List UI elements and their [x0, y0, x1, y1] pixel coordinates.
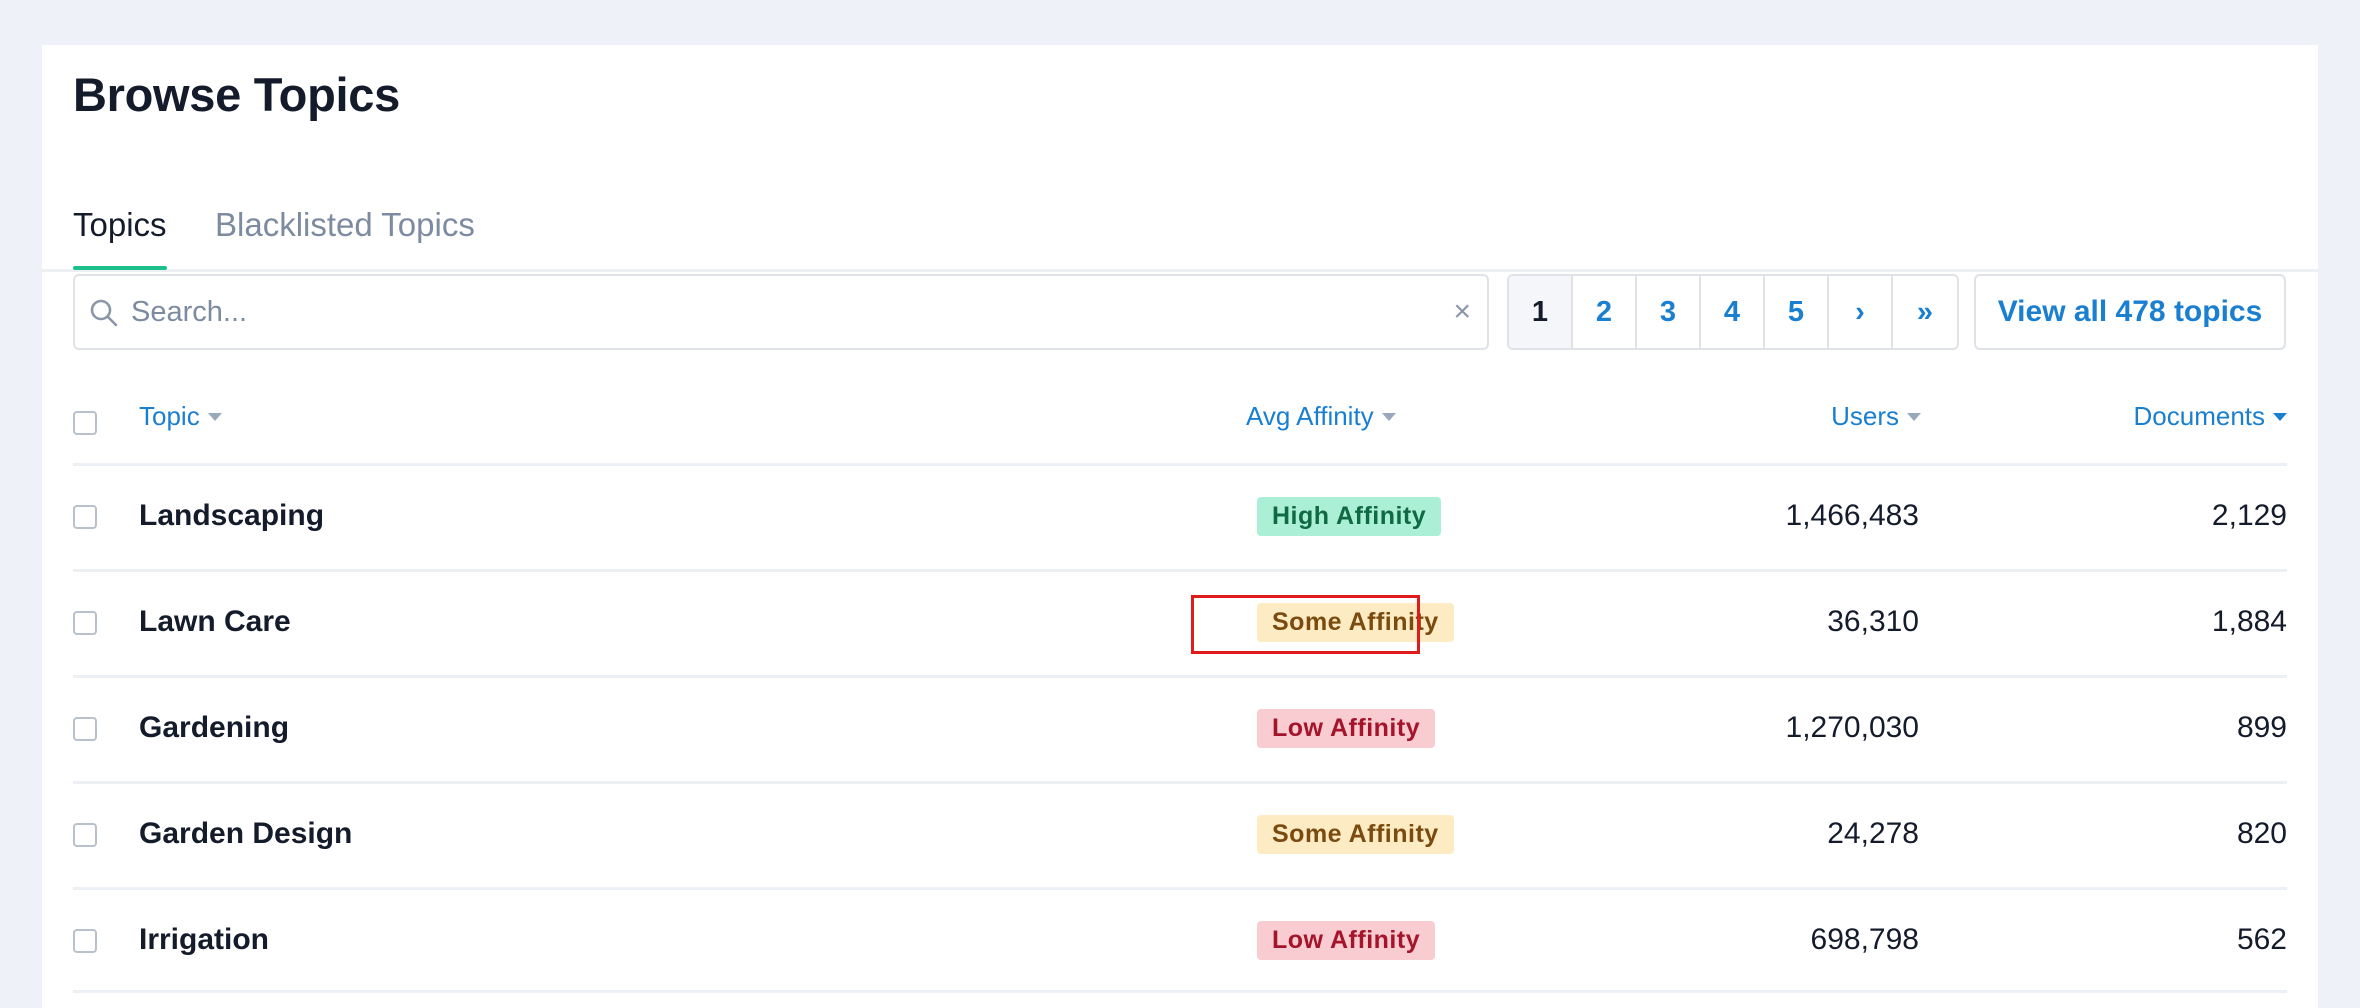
tab-topics[interactable]: Topics: [73, 205, 167, 270]
users-count: 1,270,030: [1785, 711, 1919, 744]
documents-count: 820: [2236, 817, 2287, 850]
users-count: 24,278: [1827, 817, 1919, 850]
page-button-4[interactable]: 4: [1701, 276, 1765, 348]
row-checkbox[interactable]: [73, 505, 97, 529]
next-page-button[interactable]: ›: [1829, 276, 1893, 348]
table-row: Landscaping High Affinity 1,466,483 2,12…: [73, 463, 2287, 569]
topic-name[interactable]: Gardening: [139, 711, 289, 745]
row-checkbox[interactable]: [73, 611, 97, 635]
users-count: 1,466,483: [1785, 499, 1919, 532]
affinity-badge: Low Affinity: [1257, 709, 1436, 748]
documents-count: 562: [2236, 923, 2287, 956]
row-checkbox[interactable]: [73, 823, 97, 847]
affinity-badge: Low Affinity: [1257, 921, 1436, 960]
clear-search-icon[interactable]: ×: [1453, 294, 1471, 330]
users-count: 698,798: [1810, 923, 1919, 956]
documents-count: 2,129: [2211, 499, 2287, 532]
select-all-checkbox[interactable]: [73, 411, 97, 435]
tab-bar: Topics Blacklisted Topics: [42, 160, 2318, 272]
affinity-badge: High Affinity: [1257, 497, 1442, 536]
page-button-5[interactable]: 5: [1765, 276, 1829, 348]
column-header-label: Documents: [2133, 401, 2266, 431]
documents-count: 899: [2236, 711, 2287, 744]
row-checkbox[interactable]: [73, 717, 97, 741]
sort-caret-active-icon: [2273, 412, 2287, 421]
last-page-button[interactable]: »: [1893, 276, 1957, 348]
affinity-badge: Some Affinity: [1257, 603, 1454, 642]
topic-name[interactable]: Landscaping: [139, 499, 324, 533]
search-box: ×: [73, 274, 1489, 350]
page-button-1[interactable]: 1: [1509, 276, 1573, 348]
topic-name[interactable]: Irrigation: [139, 923, 269, 957]
affinity-badge: Some Affinity: [1257, 815, 1454, 854]
column-header-label: Users: [1831, 401, 1899, 431]
sort-caret-icon: [207, 412, 222, 421]
page-title: Browse Topics: [73, 68, 400, 121]
topic-name[interactable]: Garden Design: [139, 817, 352, 851]
column-header-label: Avg Affinity: [1246, 401, 1374, 431]
table-row: Garden Design Some Affinity 24,278 820: [73, 781, 2287, 887]
browse-topics-card: Browse Topics Topics Blacklisted Topics …: [42, 45, 2318, 1008]
documents-count: 1,884: [2211, 605, 2287, 638]
view-all-topics-button[interactable]: View all 478 topics: [1974, 274, 2286, 350]
table-row: Lawn Care Some Affinity 36,310 1,884: [73, 569, 2287, 675]
column-header-users[interactable]: Users: [1831, 401, 1921, 432]
column-header-documents[interactable]: Documents: [2133, 401, 2287, 432]
sort-caret-icon: [1907, 412, 1921, 421]
page-button-3[interactable]: 3: [1637, 276, 1701, 348]
search-input[interactable]: [131, 286, 1421, 338]
column-header-avg-affinity[interactable]: Avg Affinity: [1246, 401, 1396, 432]
table-row: Gardening Low Affinity 1,270,030 899: [73, 675, 2287, 781]
column-header-label: Topic: [139, 401, 200, 431]
topic-name[interactable]: Lawn Care: [139, 605, 291, 639]
table-header: Topic Avg Affinity Users Documents: [42, 395, 2318, 465]
page-button-2[interactable]: 2: [1573, 276, 1637, 348]
search-icon: [90, 299, 118, 327]
tab-blacklisted-topics[interactable]: Blacklisted Topics: [215, 205, 475, 245]
sort-caret-icon: [1381, 412, 1396, 421]
column-header-topic[interactable]: Topic: [139, 401, 222, 432]
table-row: Irrigation Low Affinity 698,798 562: [73, 887, 2287, 993]
row-checkbox[interactable]: [73, 929, 97, 953]
pagination: 1 2 3 4 5 › »: [1507, 274, 1959, 350]
users-count: 36,310: [1827, 605, 1919, 638]
